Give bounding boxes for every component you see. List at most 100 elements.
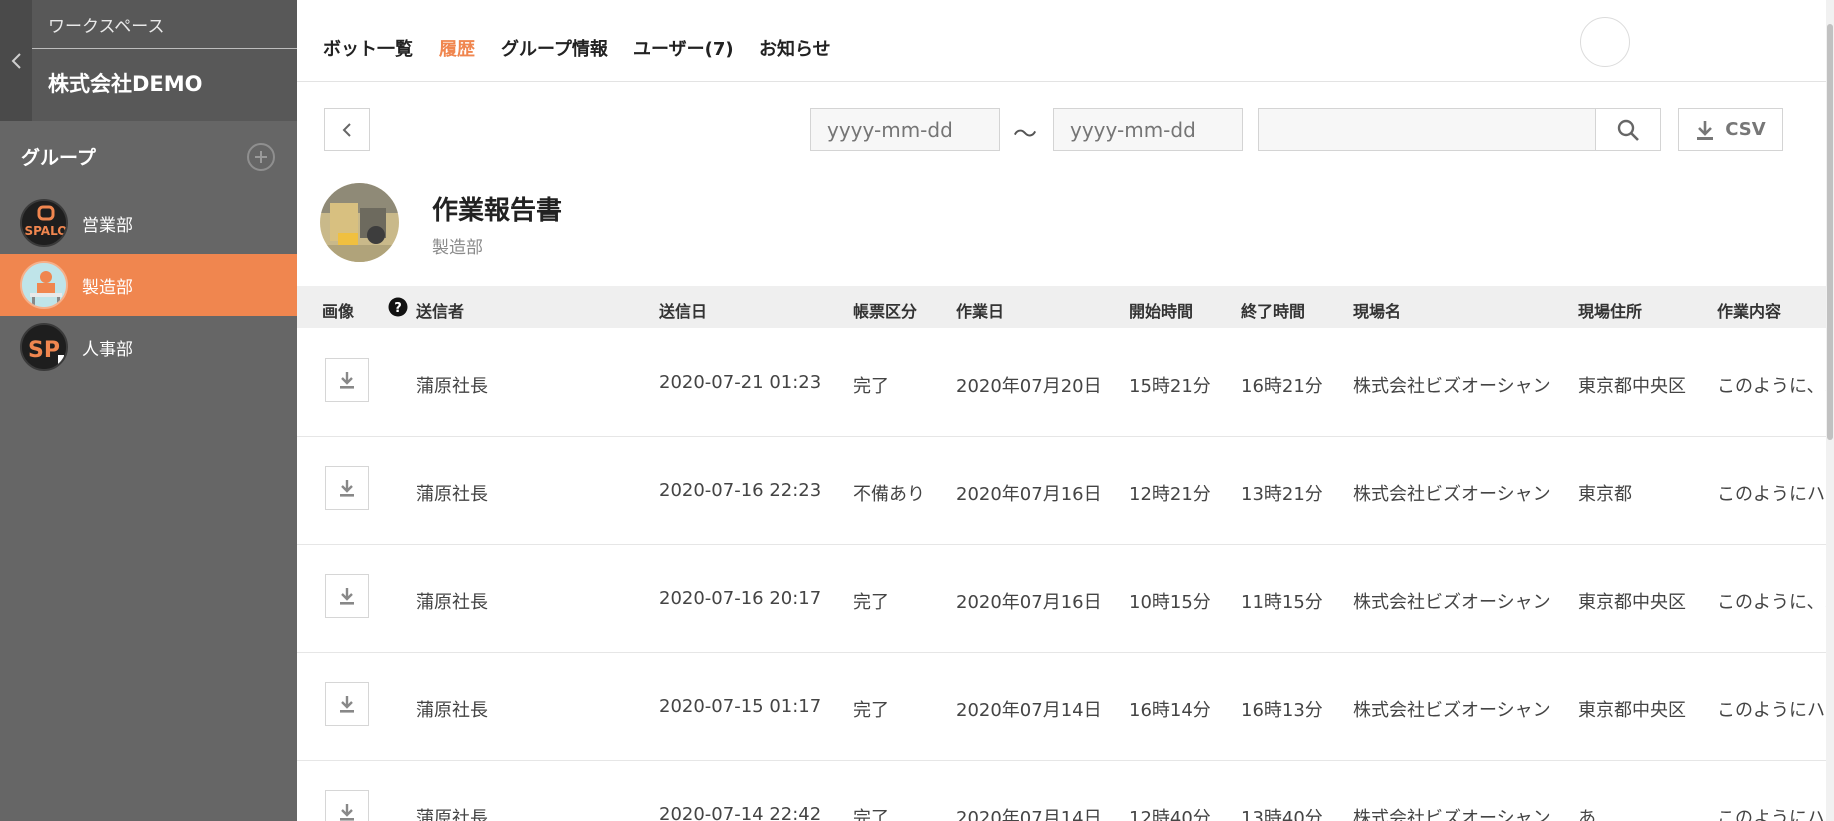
table-row[interactable]: 蒲原社長 2020-07-15 01:17 完了 2020年07月14日 16時… <box>297 653 1834 761</box>
cell-work-date: 2020年07月16日 <box>956 592 1102 613</box>
plus-icon <box>255 151 267 163</box>
cell-sent-date: 2020-07-21 01:23 <box>659 372 822 393</box>
bot-avatar <box>320 183 399 262</box>
workspace-divider <box>32 48 297 49</box>
group-label-sales: 営業部 <box>82 215 133 236</box>
cell-work-content: このようにハ <box>1717 808 1825 821</box>
help-icon[interactable]: ? <box>388 297 408 317</box>
image-download-button[interactable] <box>325 682 369 726</box>
cell-sender: 蒲原社長 <box>416 700 488 721</box>
table-row[interactable]: 蒲原社長 2020-07-21 01:23 完了 2020年07月20日 15時… <box>297 329 1834 437</box>
column-header-work-date[interactable]: 作業日 <box>956 298 1004 322</box>
cell-sender: 蒲原社長 <box>416 592 488 613</box>
add-group-button[interactable] <box>247 143 275 171</box>
cell-site-address: あ <box>1578 808 1596 821</box>
table-header: 画像 ? 送信者 送信日 帳票区分 作業日 開始時間 終了時間 現場名 現場住所… <box>297 286 1834 328</box>
worker-illustration-icon <box>22 263 66 307</box>
cell-form-type: 完了 <box>853 700 889 721</box>
image-download-button[interactable] <box>325 466 369 510</box>
cell-work-date: 2020年07月20日 <box>956 376 1102 397</box>
tab-group-info[interactable]: グループ情報 <box>501 35 608 61</box>
cell-work-date: 2020年07月14日 <box>956 700 1102 721</box>
user-avatar[interactable] <box>1580 17 1630 67</box>
column-header-site-name[interactable]: 現場名 <box>1353 298 1401 322</box>
cell-site-address: 東京都中央区 <box>1578 700 1686 721</box>
column-header-form-type[interactable]: 帳票区分 <box>853 298 917 322</box>
column-header-site-address[interactable]: 現場住所 <box>1578 298 1642 322</box>
download-icon <box>340 804 354 821</box>
download-icon <box>340 372 354 389</box>
sidebar-item-hr[interactable]: SP 人事部 <box>0 316 297 378</box>
image-download-button[interactable] <box>325 790 369 821</box>
tab-notices[interactable]: お知らせ <box>759 35 831 61</box>
svg-text:SPALO: SPALO <box>24 224 67 238</box>
cell-work-content: このように、ハ <box>1717 592 1834 613</box>
tab-users[interactable]: ユーザー(7) <box>633 35 734 61</box>
group-section-title: グループ <box>21 147 96 169</box>
table-row[interactable]: 蒲原社長 2020-07-16 22:23 不備あり 2020年07月16日 1… <box>297 437 1834 545</box>
cell-site-address: 東京都 <box>1578 484 1632 505</box>
cell-start-time: 10時15分 <box>1129 592 1211 613</box>
cell-end-time: 13時40分 <box>1241 808 1323 821</box>
cell-site-name: 株式会社ビズオーシャン <box>1353 700 1551 721</box>
column-header-end-time[interactable]: 終了時間 <box>1241 298 1305 322</box>
cell-start-time: 15時21分 <box>1129 376 1211 397</box>
chevron-left-icon <box>342 122 351 137</box>
cell-start-time: 12時21分 <box>1129 484 1211 505</box>
column-header-start-time[interactable]: 開始時間 <box>1129 298 1193 322</box>
tab-bot-list[interactable]: ボット一覧 <box>323 35 413 61</box>
cell-site-name: 株式会社ビズオーシャン <box>1353 592 1551 613</box>
image-download-button[interactable] <box>325 358 369 402</box>
table-row[interactable]: 蒲原社長 2020-07-14 22:42 完了 2020年07月14日 12時… <box>297 761 1834 821</box>
cell-form-type: 完了 <box>853 376 889 397</box>
scrollbar-thumb[interactable] <box>1827 24 1833 440</box>
workspace-name[interactable]: 株式会社DEMO <box>48 68 203 98</box>
column-header-sent-date[interactable]: 送信日 <box>659 298 707 322</box>
search-input[interactable] <box>1258 108 1595 151</box>
column-header-image-label: 画像 <box>322 302 355 321</box>
cell-site-name: 株式会社ビズオーシャン <box>1353 376 1551 397</box>
cell-start-time: 12時40分 <box>1129 808 1211 821</box>
csv-download-button[interactable]: CSV <box>1678 108 1783 151</box>
chevron-left-icon <box>11 52 21 69</box>
cell-work-content: このようにハ <box>1717 484 1825 505</box>
cell-form-type: 不備あり <box>853 484 925 505</box>
cell-end-time: 13時21分 <box>1241 484 1323 505</box>
cell-end-time: 16時21分 <box>1241 376 1323 397</box>
cell-site-name: 株式会社ビズオーシャン <box>1353 484 1551 505</box>
cell-work-content: このように、ハ <box>1717 376 1834 397</box>
image-download-button[interactable] <box>325 574 369 618</box>
tab-history[interactable]: 履歴 <box>439 35 475 61</box>
cell-work-date: 2020年07月16日 <box>956 484 1102 505</box>
sidebar: ワークスペース 株式会社DEMO グループ SPALO 営業部 製造部 SP 人… <box>0 0 297 821</box>
svg-text:SP: SP <box>28 338 60 363</box>
workspace-label: ワークスペース <box>48 17 165 37</box>
table-row[interactable]: 蒲原社長 2020-07-16 20:17 完了 2020年07月16日 10時… <box>297 545 1834 653</box>
cell-form-type: 完了 <box>853 808 889 821</box>
search-icon <box>1617 119 1639 141</box>
top-navigation: ボット一覧 履歴 グループ情報 ユーザー(7) お知らせ <box>297 0 1834 82</box>
csv-label: CSV <box>1725 119 1766 140</box>
date-to-input[interactable] <box>1053 108 1243 151</box>
date-from-input[interactable] <box>810 108 1000 151</box>
date-range-separator: 〜 <box>1013 120 1037 148</box>
workspace-back-button[interactable] <box>0 0 32 121</box>
spalo-logo-icon: SPALO <box>22 201 67 245</box>
workspace-header: ワークスペース 株式会社DEMO <box>0 0 297 121</box>
download-icon <box>340 696 354 713</box>
sidebar-item-manufacturing[interactable]: 製造部 <box>0 254 297 316</box>
download-icon <box>340 480 354 497</box>
sidebar-item-sales[interactable]: SPALO 営業部 <box>0 192 297 254</box>
cell-site-name: 株式会社ビズオーシャン <box>1353 808 1551 821</box>
cell-sender: 蒲原社長 <box>416 484 488 505</box>
back-button[interactable] <box>324 108 370 151</box>
cell-sent-date: 2020-07-16 22:23 <box>659 480 822 501</box>
cell-sender: 蒲原社長 <box>416 376 488 397</box>
cell-work-content: このようにハ <box>1717 700 1825 721</box>
column-header-work-content[interactable]: 作業内容 <box>1717 298 1781 322</box>
cell-start-time: 16時14分 <box>1129 700 1211 721</box>
group-label-manufacturing: 製造部 <box>82 277 133 298</box>
column-header-sender[interactable]: 送信者 <box>416 298 464 322</box>
cell-sent-date: 2020-07-14 22:42 <box>659 804 822 821</box>
search-button[interactable] <box>1595 108 1661 151</box>
